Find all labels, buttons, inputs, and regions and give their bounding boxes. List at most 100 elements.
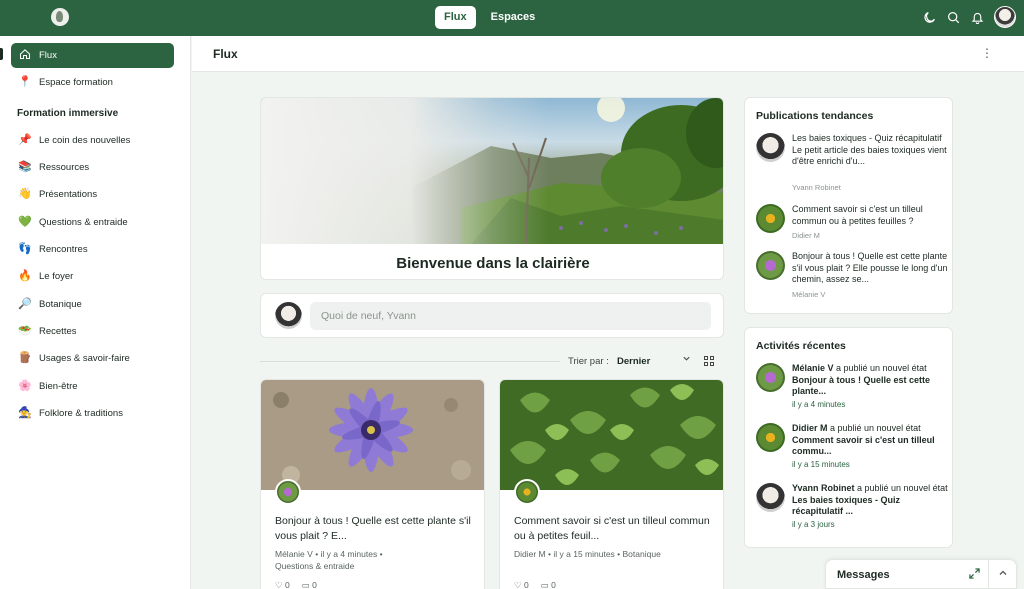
status-input[interactable] bbox=[310, 302, 711, 330]
like-button[interactable]: ♡ 0 bbox=[514, 580, 529, 589]
sidebar-item-bien-etre[interactable]: 🌸 Bien-être bbox=[11, 374, 174, 399]
author-avatar[interactable] bbox=[756, 251, 785, 280]
post-author[interactable]: Mélanie V bbox=[275, 549, 313, 559]
activity-action: a publié un nouvel état bbox=[854, 483, 948, 493]
green-heart-icon: 💚 bbox=[18, 216, 32, 228]
sidebar-item-espace-formation[interactable]: 📍 Espace formation bbox=[11, 70, 174, 95]
post-meta: Mélanie V • il y a 4 minutes • Questions… bbox=[275, 548, 480, 572]
actor-avatar[interactable] bbox=[756, 483, 785, 512]
activity-action: a publié un nouvel état bbox=[827, 423, 921, 433]
sidebar-item-questions-entraide[interactable]: 💚 Questions & entraide bbox=[11, 210, 174, 235]
comment-button[interactable]: ▭ 0 bbox=[302, 580, 317, 589]
site-logo[interactable] bbox=[51, 8, 69, 26]
books-icon: 📚 bbox=[18, 161, 32, 173]
welcome-title: Bienvenue dans la clairière bbox=[396, 255, 590, 272]
activity-actor[interactable]: Yvann Robinet bbox=[792, 483, 855, 493]
post-title[interactable]: Comment savoir si c'est un tilleul commu… bbox=[514, 514, 714, 544]
post-time: il y a 15 minutes bbox=[553, 549, 615, 559]
sidebar-item-recettes[interactable]: 🥗 Recettes bbox=[11, 319, 174, 344]
activity-subject[interactable]: Comment savoir si c'est un tilleul commu… bbox=[792, 435, 935, 457]
post-title[interactable]: Bonjour à tous ! Quelle est cette plante… bbox=[275, 514, 475, 544]
sidebar-item-label: Botanique bbox=[39, 299, 82, 310]
tab-flux[interactable]: Flux bbox=[435, 6, 476, 29]
post-author-avatar[interactable] bbox=[275, 479, 301, 505]
post-author[interactable]: Didier M bbox=[514, 549, 546, 559]
sidebar-item-label: Espace formation bbox=[39, 77, 113, 88]
comment-icon: ▭ bbox=[301, 580, 310, 589]
sidebar-item-presentations[interactable]: 👋 Présentations bbox=[11, 182, 174, 207]
activity-subject[interactable]: Les baies toxiques - Quiz récapitulatif … bbox=[792, 495, 900, 517]
sort-select[interactable]: Dernier bbox=[617, 356, 650, 367]
sidebar-item-label: Rencontres bbox=[39, 244, 88, 255]
activity-subject[interactable]: Bonjour à tous ! Quelle est cette plante… bbox=[792, 375, 930, 397]
post-card[interactable]: Comment savoir si c'est un tilleul commu… bbox=[499, 379, 724, 589]
trending-panel: Publications tendances Les baies toxique… bbox=[744, 97, 953, 314]
sidebar-item-label: Bien-être bbox=[39, 381, 78, 392]
actor-avatar[interactable] bbox=[756, 423, 785, 452]
messages-title: Messages bbox=[837, 569, 890, 581]
activity-text: Mélanie V a publié un nouvel état Bonjou… bbox=[792, 363, 950, 398]
post-image bbox=[261, 380, 484, 490]
sidebar-item-usages-savoir-faire[interactable]: 🪵 Usages & savoir-faire bbox=[11, 346, 174, 371]
post-space[interactable]: Botanique bbox=[623, 549, 661, 559]
post-time: il y a 4 minutes bbox=[320, 549, 378, 559]
sidebar-item-flux[interactable]: Flux bbox=[11, 43, 174, 68]
actor-avatar[interactable] bbox=[756, 363, 785, 392]
wood-icon: 🪵 bbox=[18, 352, 32, 364]
expand-icon[interactable] bbox=[969, 568, 980, 582]
top-navigation: Flux Espaces bbox=[435, 6, 544, 29]
pushpin-icon: 📌 bbox=[18, 134, 32, 146]
banner-image bbox=[261, 98, 723, 244]
sidebar-item-label: Recettes bbox=[39, 326, 77, 337]
map-pin-icon: 📍 bbox=[18, 76, 32, 88]
top-icons bbox=[922, 6, 1016, 28]
comment-button[interactable]: ▭ 0 bbox=[541, 580, 556, 589]
sidebar-item-label: Folklore & traditions bbox=[39, 408, 123, 419]
sidebar-item-label: Usages & savoir-faire bbox=[39, 353, 130, 364]
divider bbox=[260, 361, 560, 362]
author-avatar[interactable] bbox=[756, 204, 785, 233]
trending-text[interactable]: Bonjour à tous ! Quelle est cette plante… bbox=[792, 251, 950, 286]
search-icon[interactable] bbox=[946, 10, 961, 25]
post-space[interactable]: Questions & entraide bbox=[275, 561, 354, 571]
author-avatar[interactable] bbox=[756, 133, 785, 162]
sidebar-item-label: Le foyer bbox=[39, 271, 74, 282]
chevron-up-icon[interactable] bbox=[998, 568, 1008, 581]
sidebar-item-label: Questions & entraide bbox=[39, 217, 128, 228]
post-meta: Didier M • il y a 15 minutes • Botanique bbox=[514, 548, 719, 560]
meta-separator: • bbox=[379, 549, 383, 559]
trending-author: Mélanie V bbox=[792, 290, 826, 299]
trending-author: Didier M bbox=[792, 231, 820, 240]
activity-time: il y a 3 jours bbox=[792, 520, 835, 529]
trending-text[interactable]: Comment savoir si c'est un tilleul commu… bbox=[792, 204, 950, 227]
sidebar-item-folklore-traditions[interactable]: 🧙 Folklore & traditions bbox=[11, 401, 174, 426]
sidebar-item-label: Flux bbox=[39, 50, 57, 61]
post-card[interactable]: Bonjour à tous ! Quelle est cette plante… bbox=[260, 379, 485, 589]
home-icon bbox=[18, 48, 32, 63]
fire-icon: 🔥 bbox=[18, 270, 32, 282]
bell-icon[interactable] bbox=[970, 10, 985, 25]
grid-view-icon[interactable] bbox=[704, 356, 714, 366]
heart-icon: ♡ bbox=[275, 580, 283, 589]
activity-actor[interactable]: Didier M bbox=[792, 423, 828, 433]
moon-icon[interactable] bbox=[922, 10, 937, 25]
sidebar-item-ressources[interactable]: 📚 Ressources bbox=[11, 155, 174, 180]
sidebar-item-le-foyer[interactable]: 🔥 Le foyer bbox=[11, 264, 174, 289]
trending-text[interactable]: Les baies toxiques - Quiz récapitulatif … bbox=[792, 133, 950, 168]
tab-espaces[interactable]: Espaces bbox=[482, 6, 545, 29]
user-avatar[interactable] bbox=[994, 6, 1016, 28]
post-composer bbox=[260, 293, 724, 338]
more-options-icon[interactable]: ⋮ bbox=[981, 46, 993, 60]
post-image bbox=[500, 380, 723, 490]
like-count: 0 bbox=[285, 580, 290, 589]
sidebar-item-label: Ressources bbox=[39, 162, 90, 173]
activity-actor[interactable]: Mélanie V bbox=[792, 363, 834, 373]
like-button[interactable]: ♡ 0 bbox=[275, 580, 290, 589]
sidebar-item-rencontres[interactable]: 👣 Rencontres bbox=[11, 237, 174, 262]
post-stats: ♡ 0 ▭ 0 bbox=[514, 580, 556, 589]
post-author-avatar[interactable] bbox=[514, 479, 540, 505]
chevron-down-icon[interactable] bbox=[682, 354, 691, 365]
messages-dock[interactable]: Messages bbox=[825, 559, 1017, 589]
sidebar-item-botanique[interactable]: 🔎 Botanique bbox=[11, 292, 174, 317]
sidebar-item-coin-des-nouvelles[interactable]: 📌 Le coin des nouvelles bbox=[11, 128, 174, 153]
